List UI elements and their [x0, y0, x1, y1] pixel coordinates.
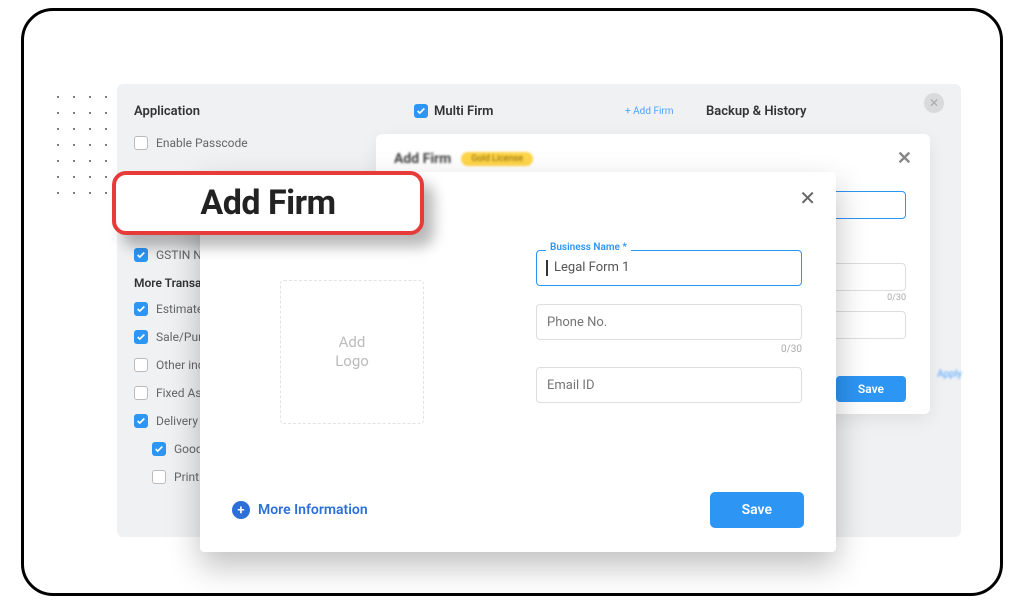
phone-input[interactable]: [536, 304, 802, 340]
app-frame: Application Multi Firm + Add Firm Backup…: [21, 8, 1003, 596]
more-information-toggle[interactable]: + More Information: [232, 501, 368, 519]
add-logo-area[interactable]: Add Logo: [280, 280, 424, 424]
business-name-value: Legal Form 1: [554, 260, 629, 275]
checkbox-icon: [414, 104, 428, 118]
dialog-title: Add Firm: [394, 151, 451, 167]
firm-form: Business Name * Legal Form 1 0/30: [536, 250, 802, 421]
phone-field[interactable]: [536, 304, 802, 340]
option-enable-passcode[interactable]: Enable Passcode: [134, 136, 344, 150]
checkbox-icon: [134, 330, 148, 344]
char-counter: 0/30: [887, 293, 906, 303]
checkbox-icon: [134, 136, 148, 150]
checkbox-icon: [152, 470, 166, 484]
close-icon[interactable]: ✕: [799, 186, 816, 210]
checkbox-icon: [152, 442, 166, 456]
plus-icon: +: [232, 501, 250, 519]
section-application: Application: [134, 104, 200, 119]
business-name-label: Business Name *: [546, 242, 631, 253]
settings-header: Application Multi Firm + Add Firm Backup…: [134, 99, 944, 123]
text-cursor: [546, 260, 548, 276]
multi-firm-option[interactable]: Multi Firm: [414, 104, 493, 119]
section-backup: Backup & History: [706, 104, 806, 119]
email-field[interactable]: [536, 367, 802, 403]
email-input[interactable]: [536, 367, 802, 403]
highlight-title-text: Add Firm: [200, 183, 335, 223]
multi-firm-label: Multi Firm: [434, 104, 493, 119]
close-icon[interactable]: ✕: [924, 93, 944, 113]
char-counter: 0/30: [536, 344, 802, 355]
save-button[interactable]: Save: [710, 492, 804, 528]
save-button-bg[interactable]: Save: [836, 376, 906, 402]
license-badge: Gold License: [461, 152, 533, 166]
checkbox-icon: [134, 386, 148, 400]
checkbox-icon: [134, 358, 148, 372]
add-firm-link[interactable]: + Add Firm: [625, 106, 674, 117]
close-icon[interactable]: ✕: [897, 148, 912, 169]
checkbox-icon: [134, 248, 148, 262]
more-info-label: More Information: [258, 502, 368, 518]
apply-link[interactable]: Apply: [937, 369, 962, 380]
business-name-field[interactable]: Business Name * Legal Form 1: [536, 250, 802, 286]
checkbox-icon: [134, 414, 148, 428]
highlight-callout: Add Firm: [112, 171, 424, 235]
add-logo-label: Add Logo: [335, 333, 369, 372]
checkbox-icon: [134, 302, 148, 316]
option-label: Enable Passcode: [156, 136, 248, 150]
